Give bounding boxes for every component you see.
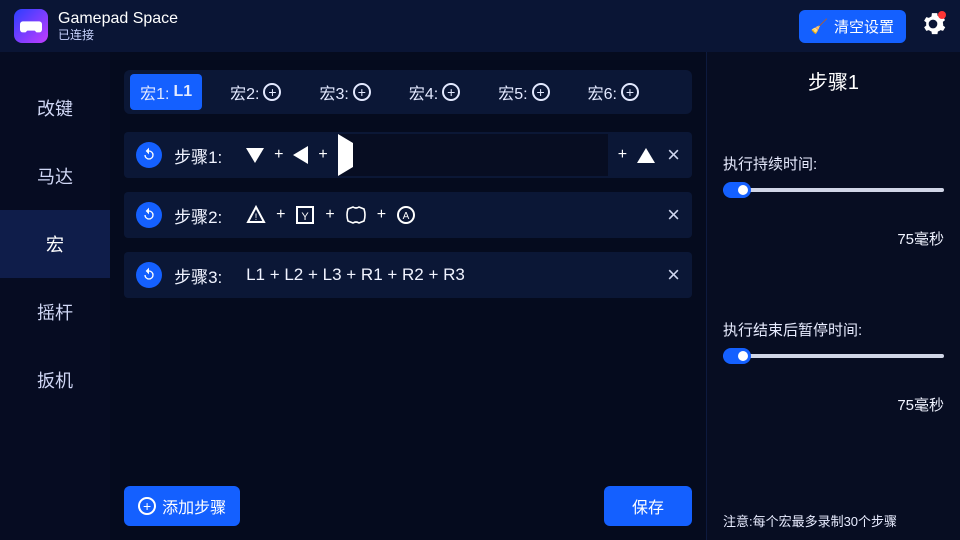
svg-text:A: A xyxy=(403,211,410,222)
step-row[interactable]: 步骤2: !+ Y+ + A × xyxy=(124,192,692,238)
triangle-button-icon: ! xyxy=(246,205,266,225)
duration-label: 执行持续时间: xyxy=(723,153,944,174)
panel-title: 步骤1 xyxy=(723,66,944,95)
tab-macro-5[interactable]: 宏5:+ xyxy=(488,74,559,110)
duration-slider[interactable] xyxy=(723,182,944,198)
plus-icon: + xyxy=(263,83,281,101)
delete-step-button[interactable]: × xyxy=(667,142,680,168)
dpad-left-icon xyxy=(293,146,308,164)
tab-macro-6[interactable]: 宏6:+ xyxy=(578,74,649,110)
clear-settings-button[interactable]: 🧹 清空设置 xyxy=(799,10,906,43)
dpad-up-icon xyxy=(637,148,655,163)
sidebar-item-macro[interactable]: 宏 xyxy=(0,210,110,278)
plus-icon: + xyxy=(532,83,550,101)
cycle-icon xyxy=(136,202,162,228)
y-button-icon: Y xyxy=(295,205,315,225)
max-steps-note: 注意:每个宏最多录制30个步骤 xyxy=(723,511,944,530)
add-step-button[interactable]: + 添加步骤 xyxy=(124,486,240,526)
dpad-down-icon xyxy=(246,148,264,163)
cycle-icon xyxy=(136,142,162,168)
app-title: Gamepad Space xyxy=(58,9,178,28)
plus-icon: + xyxy=(138,497,156,515)
notification-dot xyxy=(938,11,946,19)
x-button-icon xyxy=(345,205,367,225)
step-content: !+ Y+ + A xyxy=(246,205,655,225)
tab-macro-3[interactable]: 宏3:+ xyxy=(309,74,380,110)
delete-step-button[interactable]: × xyxy=(667,202,680,228)
add-step-label: 添加步骤 xyxy=(162,494,226,518)
a-button-icon: A xyxy=(396,205,416,225)
cycle-icon xyxy=(136,262,162,288)
macro-tabs: 宏1: L1 宏2:+ 宏3:+ 宏4:+ 宏5:+ 宏6:+ xyxy=(124,70,692,114)
pause-label: 执行结束后暂停时间: xyxy=(723,319,944,340)
gamepad-icon xyxy=(20,15,42,37)
step-label: 步骤3: xyxy=(174,263,234,288)
tab-macro-4[interactable]: 宏4:+ xyxy=(399,74,470,110)
step-content: + + + xyxy=(246,134,655,176)
step-content: L1 + L2 + L3 + R1 + R2 + R3 xyxy=(246,265,655,285)
tab-macro-2[interactable]: 宏2:+ xyxy=(220,74,291,110)
step-detail-panel: 步骤1 执行持续时间: 75毫秒 执行结束后暂停时间: 75毫秒 注意:每个宏最… xyxy=(706,52,960,540)
save-button[interactable]: 保存 xyxy=(604,486,692,526)
dpad-right-icon xyxy=(338,134,608,176)
step-label: 步骤2: xyxy=(174,203,234,228)
plus-icon: + xyxy=(621,83,639,101)
pause-slider[interactable] xyxy=(723,348,944,364)
tab-macro-1[interactable]: 宏1: L1 xyxy=(130,74,202,110)
plus-icon: + xyxy=(442,83,460,101)
plus-icon: + xyxy=(353,83,371,101)
slider-thumb[interactable] xyxy=(723,348,751,364)
step-row[interactable]: 步骤1: + + + × xyxy=(124,132,692,178)
connection-status: 已连接 xyxy=(58,28,178,42)
sidebar-item-trigger[interactable]: 扳机 xyxy=(0,346,110,414)
step-label: 步骤1: xyxy=(174,143,234,168)
svg-text:!: ! xyxy=(255,212,258,222)
pause-value: 75毫秒 xyxy=(723,394,944,415)
app-icon xyxy=(14,9,48,43)
slider-thumb[interactable] xyxy=(723,182,751,198)
sidebar-item-stick[interactable]: 摇杆 xyxy=(0,278,110,346)
clear-settings-label: 清空设置 xyxy=(834,16,894,37)
tab-macro-1-value: L1 xyxy=(173,83,192,101)
sidebar-item-motor[interactable]: 马达 xyxy=(0,142,110,210)
sidebar-item-remap[interactable]: 改键 xyxy=(0,74,110,142)
duration-value: 75毫秒 xyxy=(723,228,944,249)
settings-button[interactable] xyxy=(920,11,946,42)
step-row[interactable]: 步骤3: L1 + L2 + L3 + R1 + R2 + R3 × xyxy=(124,252,692,298)
delete-step-button[interactable]: × xyxy=(667,262,680,288)
svg-text:Y: Y xyxy=(302,211,310,223)
broom-icon: 🧹 xyxy=(811,18,828,35)
sidebar: 改键 马达 宏 摇杆 扳机 xyxy=(0,52,110,540)
